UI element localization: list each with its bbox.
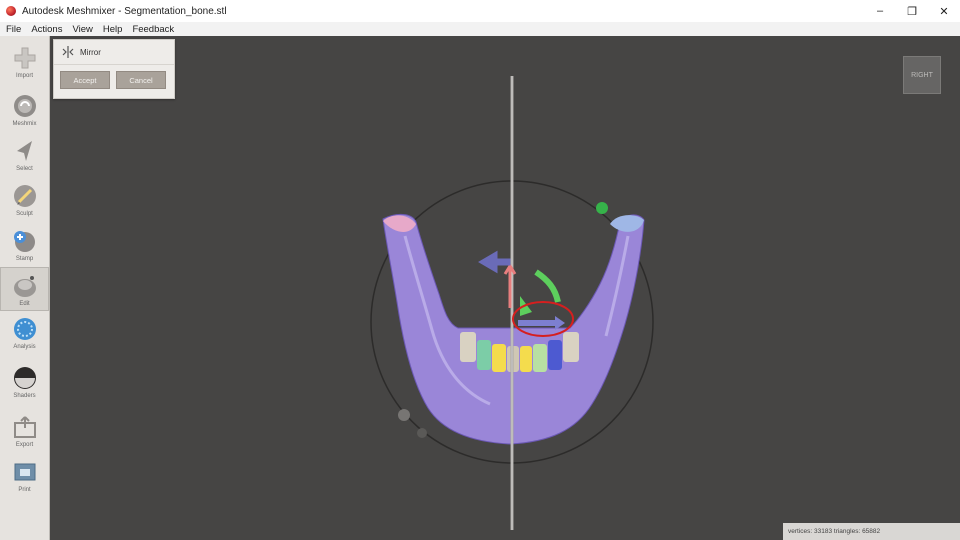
menu-file[interactable]: File bbox=[6, 24, 21, 35]
accept-button[interactable]: Accept bbox=[60, 71, 110, 89]
edit-icon bbox=[12, 273, 38, 299]
stamp-icon bbox=[12, 228, 38, 254]
rotation-handle-green[interactable] bbox=[534, 269, 561, 303]
menu-feedback[interactable]: Feedback bbox=[132, 24, 174, 35]
meshmix-icon bbox=[12, 93, 38, 119]
tool-label: Meshmix bbox=[12, 121, 37, 127]
close-button[interactable]: ✕ bbox=[928, 0, 960, 22]
tool-export[interactable]: Export bbox=[0, 409, 49, 453]
tool-label: Select bbox=[16, 166, 33, 172]
tool-shaders[interactable]: Shaders bbox=[0, 360, 49, 404]
gizmo-grey-dot[interactable] bbox=[398, 409, 410, 421]
menu-view[interactable]: View bbox=[72, 24, 92, 35]
gizmo-grey-dot-small[interactable] bbox=[417, 428, 427, 438]
select-icon bbox=[12, 138, 38, 164]
tool-select[interactable]: Select bbox=[0, 133, 49, 177]
meshmixer-app-icon bbox=[6, 6, 16, 16]
mirror-panel-title: Mirror bbox=[80, 47, 101, 57]
title-bar: Autodesk Meshmixer - Segmentation_bone.s… bbox=[0, 0, 960, 22]
tool-label: Shaders bbox=[13, 393, 36, 399]
translate-arrow-x-back[interactable] bbox=[478, 250, 511, 274]
viewport-scene bbox=[370, 76, 654, 530]
tool-label: Edit bbox=[19, 301, 30, 307]
menu-actions[interactable]: Actions bbox=[31, 24, 62, 35]
minimize-button[interactable]: – bbox=[864, 0, 896, 22]
menu-bar: File Actions View Help Feedback bbox=[0, 22, 960, 36]
export-icon bbox=[12, 414, 38, 440]
gizmo-green-dot[interactable] bbox=[596, 202, 608, 214]
mirror-icon bbox=[62, 46, 74, 58]
menu-help[interactable]: Help bbox=[103, 24, 123, 35]
tool-analysis[interactable]: Analysis bbox=[0, 311, 49, 355]
tool-label: Export bbox=[15, 442, 34, 448]
tool-label: Print bbox=[18, 487, 31, 493]
tool-sculpt[interactable]: Sculpt bbox=[0, 178, 49, 222]
tool-label: Import bbox=[15, 73, 33, 79]
tool-stamp[interactable]: Stamp bbox=[0, 223, 49, 267]
tool-meshmix[interactable]: Meshmix bbox=[0, 88, 49, 132]
window-controls: – ❐ ✕ bbox=[864, 0, 960, 22]
sculpt-icon bbox=[12, 183, 38, 209]
left-toolbar: Import Meshmix Select Sculpt Stamp Edit bbox=[0, 36, 50, 540]
tool-edit[interactable]: Edit bbox=[0, 267, 49, 311]
mirror-panel-header: Mirror bbox=[54, 40, 174, 65]
restore-button[interactable]: ❐ bbox=[896, 0, 928, 22]
3d-viewport[interactable] bbox=[50, 36, 960, 540]
print-icon bbox=[12, 459, 38, 485]
window-title: Autodesk Meshmixer - Segmentation_bone.s… bbox=[22, 5, 227, 17]
cancel-button[interactable]: Cancel bbox=[116, 71, 166, 89]
status-bar: vertices: 33183 triangles: 65882 bbox=[783, 523, 960, 540]
tool-label: Stamp bbox=[15, 256, 34, 262]
view-cube[interactable]: RIGHT bbox=[903, 56, 941, 94]
tool-label: Sculpt bbox=[16, 211, 33, 217]
analysis-icon bbox=[12, 316, 38, 342]
tool-print[interactable]: Print bbox=[0, 454, 49, 498]
tool-import[interactable]: Import bbox=[0, 40, 49, 84]
shaders-icon bbox=[12, 365, 38, 391]
mirror-panel: Mirror Accept Cancel bbox=[53, 39, 175, 99]
tool-label: Analysis bbox=[13, 344, 36, 350]
import-icon bbox=[12, 45, 38, 71]
